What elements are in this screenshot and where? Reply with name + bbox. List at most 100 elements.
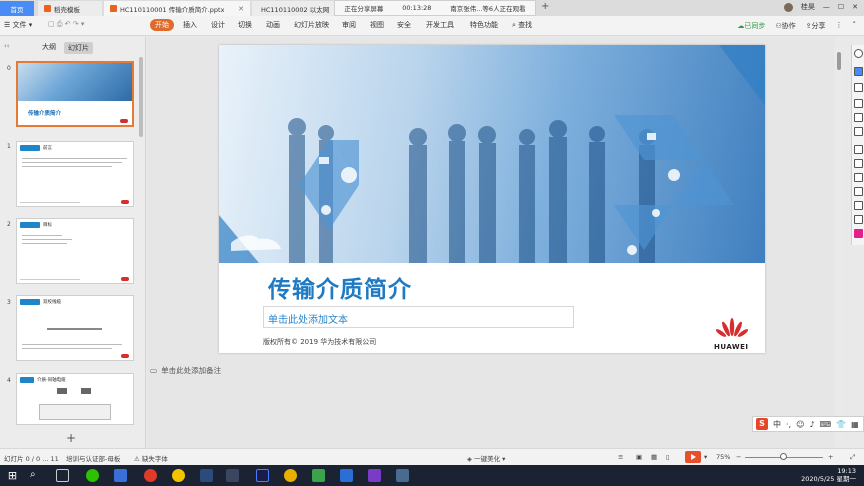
thumb-footer bbox=[20, 202, 80, 203]
template-name[interactable]: 培训与认证部-母板 bbox=[66, 453, 120, 463]
maximize-icon[interactable]: ☐ bbox=[838, 3, 844, 11]
fit-window-icon[interactable]: ⤢ bbox=[850, 453, 855, 462]
new-tab-button[interactable]: + bbox=[541, 1, 549, 12]
collab-button[interactable]: ⚇协作 bbox=[775, 21, 795, 31]
close-window-icon[interactable]: ✕ bbox=[852, 3, 858, 11]
play-slideshow-button[interactable] bbox=[685, 451, 701, 463]
search-icon[interactable]: ⌕ bbox=[30, 469, 43, 482]
sync-status[interactable]: ☁已同步 bbox=[737, 21, 765, 31]
collapse-panel-icon[interactable]: ‹‹ bbox=[4, 42, 10, 50]
menu-design[interactable]: 设计 bbox=[211, 20, 225, 30]
tab-slides[interactable]: 幻灯片 bbox=[64, 42, 93, 54]
missing-font-button[interactable]: ⚠ 缺失字体 bbox=[134, 453, 168, 463]
menu-file[interactable]: ☰ 文件 ▾ bbox=[4, 20, 32, 30]
play-options-icon[interactable]: ▾ bbox=[704, 453, 707, 461]
brush-icon[interactable] bbox=[854, 99, 863, 108]
user-name[interactable]: 桂昊 bbox=[801, 2, 815, 12]
skin-icon[interactable]: 👕 bbox=[836, 420, 846, 429]
zoom-out-icon[interactable]: − bbox=[736, 453, 741, 461]
zoom-level[interactable]: 75% bbox=[716, 453, 730, 461]
wps-icon[interactable] bbox=[340, 469, 353, 482]
notes-area[interactable]: ▭ 单击此处添加备注 bbox=[150, 365, 221, 376]
menu-view[interactable]: 视图 bbox=[370, 20, 384, 30]
menu-features[interactable]: 特色功能 bbox=[470, 20, 498, 30]
grid-icon[interactable]: ▦ bbox=[851, 420, 859, 429]
menu-transition[interactable]: 切换 bbox=[238, 20, 252, 30]
notes-toggle-icon[interactable]: ≡ bbox=[618, 453, 623, 461]
scrollbar-thumb[interactable] bbox=[837, 52, 841, 70]
menu-home[interactable]: 开始 bbox=[150, 19, 174, 31]
normal-view-icon[interactable]: ▣ bbox=[636, 453, 642, 461]
marker-icon[interactable] bbox=[854, 127, 863, 136]
menu-developer[interactable]: 开发工具 bbox=[426, 20, 454, 30]
slide-title[interactable]: 传输介质简介 bbox=[268, 270, 412, 304]
collapse-ribbon-icon[interactable]: ˄ bbox=[853, 21, 857, 31]
app-green-icon[interactable] bbox=[312, 469, 325, 482]
share-button[interactable]: ⇪分享 bbox=[806, 21, 826, 31]
chrome-icon[interactable] bbox=[284, 469, 297, 482]
slide-thumb-0[interactable]: 传输介质简介 bbox=[16, 61, 134, 127]
pointer-icon[interactable] bbox=[854, 67, 863, 76]
slide-thumb-4[interactable]: 介质-同轴电缆 bbox=[16, 373, 134, 425]
camera-icon[interactable] bbox=[854, 201, 863, 210]
menu-animation[interactable]: 动画 bbox=[266, 20, 280, 30]
tab-current-doc[interactable]: HC110110001 传输介质简介.pptx ✕ bbox=[104, 1, 250, 16]
panel-tabs: 大纲 幻灯片 bbox=[42, 42, 93, 54]
netease-icon[interactable] bbox=[144, 469, 157, 482]
app-blue-icon[interactable] bbox=[200, 469, 213, 482]
ime-language[interactable]: 中 bbox=[773, 419, 781, 430]
app-yellow-icon[interactable] bbox=[172, 469, 185, 482]
app-icon-2[interactable] bbox=[396, 469, 409, 482]
pointer-alt-icon[interactable] bbox=[854, 83, 863, 92]
save-icon[interactable] bbox=[854, 215, 863, 224]
line-icon[interactable] bbox=[854, 113, 863, 122]
subtitle-placeholder[interactable]: 单击此处添加文本 bbox=[263, 306, 574, 328]
mic-icon[interactable]: ♪ bbox=[809, 420, 814, 429]
menu-security[interactable]: 安全 bbox=[397, 20, 411, 30]
eraser-icon[interactable] bbox=[854, 159, 863, 168]
tab-outline[interactable]: 大纲 bbox=[42, 42, 56, 54]
menu-search[interactable]: ⌕ 查找 bbox=[512, 20, 532, 30]
dot-icon[interactable] bbox=[854, 145, 863, 154]
zoom-slider-knob[interactable] bbox=[780, 453, 787, 460]
app-icon[interactable] bbox=[114, 469, 127, 482]
keyboard-icon[interactable]: ⌨ bbox=[820, 420, 832, 429]
slide-thumb-1[interactable]: 前言 bbox=[16, 141, 134, 207]
sogou-logo-icon[interactable]: S bbox=[756, 418, 768, 430]
screen-icon[interactable] bbox=[854, 187, 863, 196]
reading-view-icon[interactable]: ▯ bbox=[666, 453, 670, 461]
photoshop-icon[interactable] bbox=[256, 469, 269, 482]
menu-slideshow[interactable]: 幻灯片放映 bbox=[294, 20, 329, 30]
more-icon[interactable]: ⋮ bbox=[836, 21, 843, 31]
tab-template[interactable]: 稻壳模板 bbox=[38, 1, 102, 16]
color-swatch-icon[interactable] bbox=[854, 229, 863, 238]
close-icon[interactable]: ✕ bbox=[238, 5, 244, 13]
sorter-view-icon[interactable]: ▦ bbox=[651, 453, 657, 461]
tab-doc-2[interactable]: HC110110002 以太网 bbox=[252, 1, 334, 16]
avatar[interactable] bbox=[783, 2, 793, 12]
menu-review[interactable]: 审阅 bbox=[342, 20, 356, 30]
system-clock[interactable]: 19:13 2020/5/25 星期一 bbox=[801, 467, 856, 483]
clock-time: 19:13 bbox=[837, 467, 856, 475]
slide-thumb-3[interactable]: 双绞线缆 bbox=[16, 295, 134, 361]
trash-icon[interactable] bbox=[854, 173, 863, 182]
home-tab[interactable]: 首页 bbox=[0, 1, 34, 16]
menu-insert[interactable]: 插入 bbox=[183, 20, 197, 30]
panel-scrollbar[interactable] bbox=[139, 57, 143, 137]
beautify-button[interactable]: ◈ 一键美化 ▾ bbox=[467, 453, 505, 463]
task-view-icon[interactable] bbox=[56, 469, 69, 482]
minimize-icon[interactable]: — bbox=[823, 3, 830, 11]
slide-canvas[interactable]: 传输介质简介 单击此处添加文本 版权所有© 2019 华为技术有限公司 HUAW… bbox=[219, 45, 765, 353]
add-slide-button[interactable]: + bbox=[66, 431, 76, 445]
emoji-icon[interactable]: ☺ bbox=[796, 420, 804, 429]
windows-start-icon[interactable]: ⊞ bbox=[6, 469, 19, 482]
wechat-icon[interactable] bbox=[86, 469, 99, 482]
vertical-scrollbar[interactable] bbox=[836, 45, 842, 445]
app-gray-icon[interactable] bbox=[226, 469, 239, 482]
pen-tool-icon[interactable] bbox=[854, 49, 863, 58]
zoom-in-icon[interactable]: + bbox=[828, 453, 833, 461]
onenote-icon[interactable] bbox=[368, 469, 381, 482]
punctuation-icon[interactable]: ·, bbox=[786, 420, 791, 429]
slide-thumb-2[interactable]: 目标 bbox=[16, 218, 134, 284]
quick-access-toolbar[interactable]: ▢ ⎙ ↶ ↷ ▾ bbox=[48, 20, 84, 29]
